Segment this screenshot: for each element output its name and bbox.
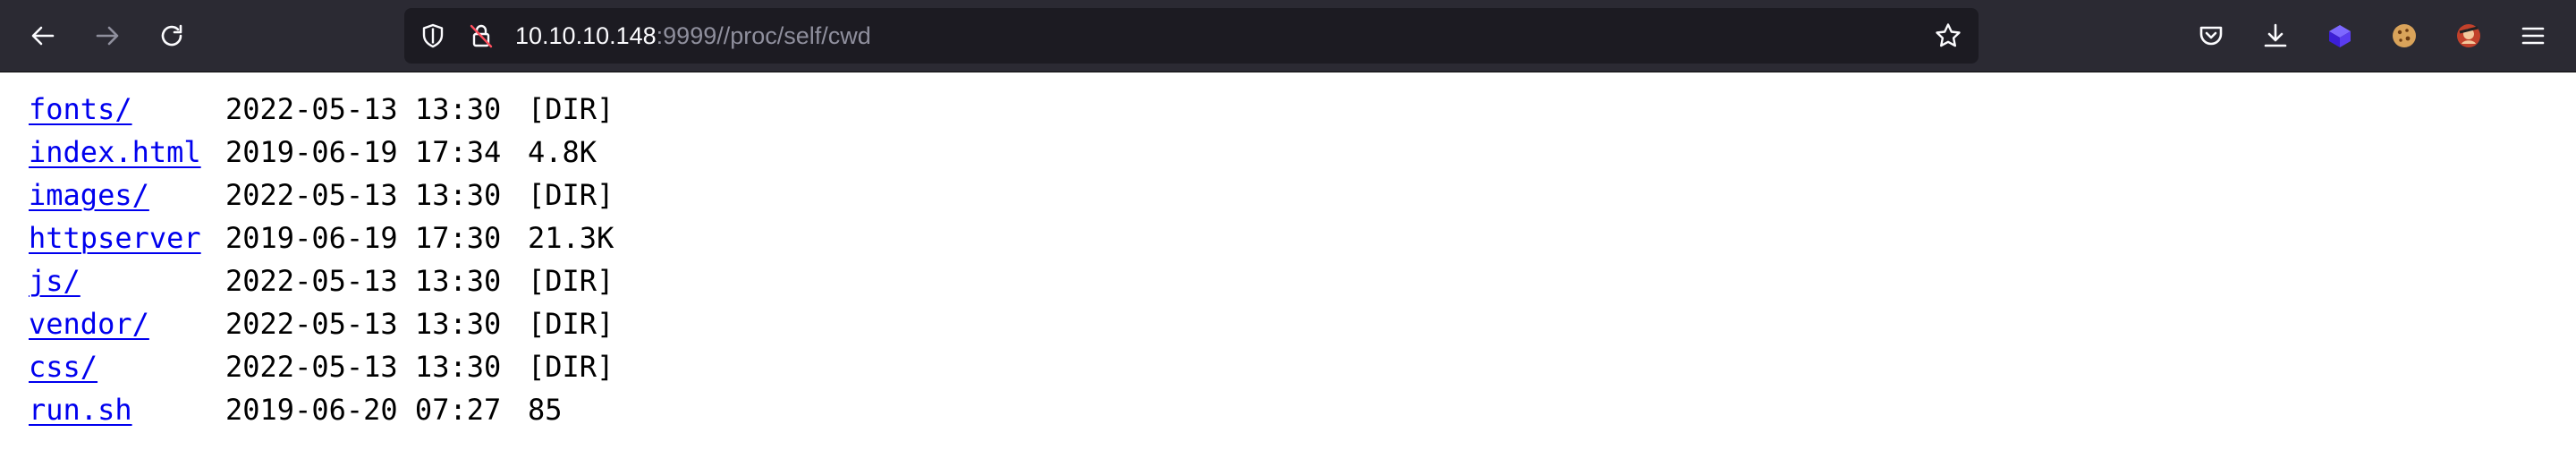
file-date: 2022-05-13 13:30 — [225, 307, 502, 341]
file-date: 2022-05-13 13:30 — [225, 350, 502, 384]
file-date: 2019-06-20 07:27 — [225, 393, 502, 427]
file-link[interactable]: httpserver — [29, 217, 225, 259]
cube-extension-icon — [2326, 21, 2354, 50]
downloads-button[interactable] — [2254, 14, 2297, 57]
back-button[interactable] — [21, 14, 64, 57]
file-date: 2019-06-19 17:30 — [225, 221, 502, 255]
arrow-left-icon — [29, 21, 57, 50]
file-date: 2022-05-13 13:30 — [225, 264, 502, 298]
list-item: fonts/2022-05-13 13:30 [DIR] — [29, 88, 614, 131]
extension-avatar-button[interactable] — [2447, 14, 2490, 57]
reload-icon — [157, 21, 186, 50]
file-size: 4.8K — [528, 135, 597, 169]
url-text[interactable]: 10.10.10.148:9999//proc/self/cwd — [515, 21, 871, 51]
list-item: index.html 2019-06-19 17:34 4.8K — [29, 131, 614, 174]
file-size: [DIR] — [528, 350, 614, 384]
list-item: httpserver 2019-06-19 17:30 21.3K — [29, 217, 614, 259]
avatar-extension-icon — [2454, 21, 2483, 50]
pocket-button[interactable] — [2190, 14, 2233, 57]
shield-icon[interactable] — [417, 20, 449, 52]
browser-toolbar: 10.10.10.148:9999//proc/self/cwd — [0, 0, 2576, 72]
list-item: run.sh 2019-06-20 07:27 85 — [29, 388, 614, 431]
download-icon — [2261, 21, 2290, 50]
list-item: js/2022-05-13 13:30 [DIR] — [29, 259, 614, 302]
star-icon[interactable] — [1932, 20, 1964, 52]
url-bar[interactable]: 10.10.10.148:9999//proc/self/cwd — [404, 8, 1979, 64]
file-link[interactable]: vendor/ — [29, 302, 225, 345]
file-link[interactable]: js/ — [29, 259, 225, 302]
list-item: vendor/2022-05-13 13:30 [DIR] — [29, 302, 614, 345]
file-link[interactable]: fonts/ — [29, 88, 225, 131]
arrow-right-icon — [93, 21, 122, 50]
file-date: 2022-05-13 13:30 — [225, 92, 502, 126]
file-size: [DIR] — [528, 264, 614, 298]
hamburger-menu-icon — [2519, 21, 2547, 50]
pocket-icon — [2197, 21, 2225, 50]
file-size: [DIR] — [528, 307, 614, 341]
file-link[interactable]: index.html — [29, 131, 225, 174]
file-size: 85 — [528, 393, 563, 427]
list-item: images/2022-05-13 13:30 [DIR] — [29, 174, 614, 217]
file-link[interactable]: run.sh — [29, 388, 225, 431]
insecure-lock-icon[interactable] — [465, 20, 497, 52]
file-date: 2019-06-19 17:34 — [225, 135, 502, 169]
cookie-icon — [2390, 21, 2419, 50]
app-menu-button[interactable] — [2512, 14, 2555, 57]
url-path: :9999//proc/self/cwd — [656, 22, 871, 49]
file-size: [DIR] — [528, 178, 614, 212]
extension-cube-button[interactable] — [2318, 14, 2361, 57]
file-size: [DIR] — [528, 92, 614, 126]
reload-button[interactable] — [150, 14, 193, 57]
file-date: 2022-05-13 13:30 — [225, 178, 502, 212]
url-host: 10.10.10.148 — [515, 22, 657, 49]
file-size: 21.3K — [528, 221, 614, 255]
file-link[interactable]: images/ — [29, 174, 225, 217]
forward-button[interactable] — [86, 14, 129, 57]
extension-cookie-button[interactable] — [2383, 14, 2426, 57]
file-link[interactable]: css/ — [29, 345, 225, 388]
list-item: css/2022-05-13 13:30 [DIR] — [29, 345, 614, 388]
directory-listing: fonts/2022-05-13 13:30 [DIR] index.html 20… — [29, 88, 614, 431]
